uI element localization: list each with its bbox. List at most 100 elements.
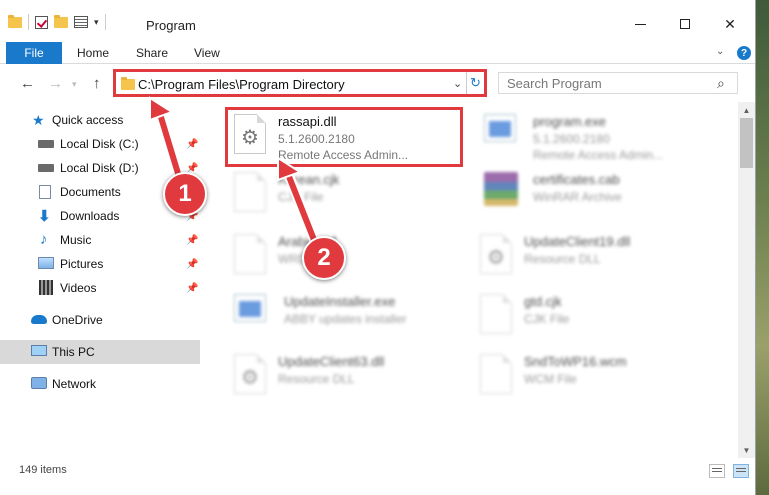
sidebar-item-network[interactable]: Network <box>0 372 200 396</box>
address-path[interactable]: C:\Program Files\Program Directory <box>138 77 345 92</box>
help-icon[interactable]: ? <box>737 46 751 60</box>
downloads-icon: ⬇ <box>38 208 51 225</box>
sidebar-item-onedrive[interactable]: OneDrive <box>0 308 200 332</box>
file-name: gtd.cjk <box>524 294 562 309</box>
status-bar: 149 items <box>0 460 755 482</box>
file-name: UpdateClient63.dll <box>278 354 385 369</box>
sidebar-item-this-pc[interactable]: This PC <box>0 340 200 364</box>
sidebar-item-label: Downloads <box>60 209 120 223</box>
tab-home[interactable]: Home <box>77 46 109 60</box>
file-type: ABBY updates installer <box>284 312 407 326</box>
sidebar-item-local-disk-c[interactable]: Local Disk (C:) 📌 <box>0 132 200 156</box>
sidebar-item-videos[interactable]: Videos 📌 <box>0 276 200 300</box>
step-1-badge: 1 <box>163 172 207 216</box>
refresh-icon[interactable]: ↻ <box>466 72 484 94</box>
file-item-arabic-cnf[interactable]: Arabic.cnf WRD File <box>228 230 478 286</box>
scroll-down-icon[interactable]: ▼ <box>738 442 755 458</box>
documents-icon <box>39 185 51 199</box>
file-item-korean-cjk[interactable]: Korean.cjk CJK File <box>228 168 478 224</box>
dll-gear-icon: ⚙ <box>234 354 270 398</box>
minimize-icon <box>634 23 646 25</box>
file-name: certificates.cab <box>533 172 620 187</box>
scrollbar-thumb[interactable] <box>740 118 753 168</box>
new-folder-icon[interactable] <box>54 14 68 28</box>
navigation-bar: ← → ▾ ↑ C:\Program Files\Program Directo… <box>0 66 755 100</box>
minimize-button[interactable] <box>620 10 660 38</box>
pin-icon: 📌 <box>186 234 199 246</box>
back-button[interactable]: ← <box>20 75 35 92</box>
vertical-scrollbar[interactable]: ▲ ▼ <box>738 102 755 458</box>
maximize-button[interactable] <box>665 10 705 38</box>
tab-view[interactable]: View <box>194 46 220 60</box>
search-placeholder: Search Program <box>507 76 602 91</box>
videos-icon <box>39 280 53 295</box>
up-button[interactable]: ↑ <box>93 75 101 92</box>
drive-icon <box>38 164 54 172</box>
dll-gear-icon: ⚙ <box>234 114 270 158</box>
forward-button[interactable]: → <box>48 75 63 92</box>
sidebar-item-label: OneDrive <box>52 313 103 327</box>
file-name: program.exe <box>533 114 606 129</box>
pin-icon: 📌 <box>186 282 199 294</box>
file-item-updateclient19-dll[interactable]: ⚙ UpdateClient19.dll Resource DLL <box>474 230 724 286</box>
customize-icon[interactable] <box>74 16 88 28</box>
maximize-icon <box>680 19 690 29</box>
blank-file-icon <box>234 172 270 216</box>
file-item-rassapi-dll[interactable]: ⚙ rassapi.dll 5.1.2600.2180 Remote Acces… <box>225 107 463 167</box>
close-button[interactable]: ✕ <box>710 10 750 38</box>
file-item-program-exe[interactable]: program.exe 5.1.2600.2180 Remote Access … <box>478 110 728 166</box>
tiles-view-icon[interactable] <box>733 464 749 478</box>
network-icon <box>31 377 47 389</box>
sidebar-item-quick-access[interactable]: ★ Quick access <box>0 108 200 132</box>
recent-locations-icon[interactable]: ▾ <box>72 79 77 90</box>
file-version: 5.1.2600.2180 <box>533 132 610 146</box>
file-name: Korean.cjk <box>278 172 340 187</box>
pin-icon: 📌 <box>186 138 199 150</box>
file-name: rassapi.dll <box>278 114 337 129</box>
toolbar-divider <box>104 14 106 30</box>
file-type: Resource DLL <box>524 252 601 266</box>
tab-file[interactable]: File <box>6 42 62 64</box>
sidebar-item-label: Pictures <box>60 257 104 271</box>
sidebar-item-label: Quick access <box>52 113 124 127</box>
file-name: SndToWP16.wcm <box>524 354 627 369</box>
address-dropdown-icon[interactable]: ⌄ <box>453 77 462 90</box>
file-item-updateclient63-dll[interactable]: ⚙ UpdateClient63.dll Resource DLL <box>228 350 478 406</box>
sidebar-item-label: Music <box>60 233 92 247</box>
toolbar-divider <box>28 14 29 30</box>
file-name: UpdateInstaller.exe <box>284 294 396 309</box>
scroll-up-icon[interactable]: ▲ <box>738 102 755 118</box>
step-2-badge: 2 <box>302 236 346 280</box>
sidebar-item-music[interactable]: ♪ Music 📌 <box>0 228 200 252</box>
navigation-pane: ★ Quick access Local Disk (C:) 📌 Local D… <box>0 104 205 458</box>
sidebar-item-label: Videos <box>60 281 97 295</box>
file-item-sndtowp16-wcm[interactable]: SndToWP16.wcm WCM File <box>474 350 724 406</box>
file-item-gtd-cjk[interactable]: gtd.cjk CJK File <box>474 290 724 346</box>
folder-icon <box>121 77 135 90</box>
file-description: Remote Access Admin... <box>533 148 664 162</box>
address-bar[interactable]: C:\Program Files\Program Directory ⌄ ↻ <box>113 69 487 97</box>
file-type: CJK File <box>278 190 324 204</box>
pictures-icon <box>38 257 54 269</box>
sidebar-item-pictures[interactable]: Pictures 📌 <box>0 252 200 276</box>
file-item-certificates-cab[interactable]: certificates.cab WinRAR Archive <box>478 168 728 224</box>
folder-icon <box>8 14 22 28</box>
file-explorer-window: ▾ Program ✕ File Home Share View ⌄ ? ← →… <box>0 0 756 495</box>
search-icon[interactable]: ⌕ <box>717 75 725 92</box>
sidebar-item-label: Local Disk (C:) <box>60 137 139 151</box>
tab-share[interactable]: Share <box>136 46 168 60</box>
expand-ribbon-icon[interactable]: ⌄ <box>716 46 724 57</box>
file-type: Resource DLL <box>278 372 355 386</box>
star-icon: ★ <box>32 112 45 128</box>
search-input[interactable]: Search Program ⌕ <box>498 72 738 94</box>
chevron-down-icon[interactable]: ▾ <box>94 17 99 28</box>
item-count: 149 items <box>19 464 67 476</box>
music-icon: ♪ <box>40 231 48 248</box>
dll-gear-icon: ⚙ <box>480 234 516 278</box>
file-item-updateinstaller-exe[interactable]: UpdateInstaller.exe ABBY updates install… <box>228 290 478 346</box>
details-view-icon[interactable] <box>709 464 725 478</box>
sidebar-item-label: Documents <box>60 185 121 199</box>
properties-check-icon[interactable] <box>35 15 48 29</box>
title-bar: ▾ Program ✕ <box>0 0 755 38</box>
sidebar-item-label: This PC <box>52 345 95 359</box>
